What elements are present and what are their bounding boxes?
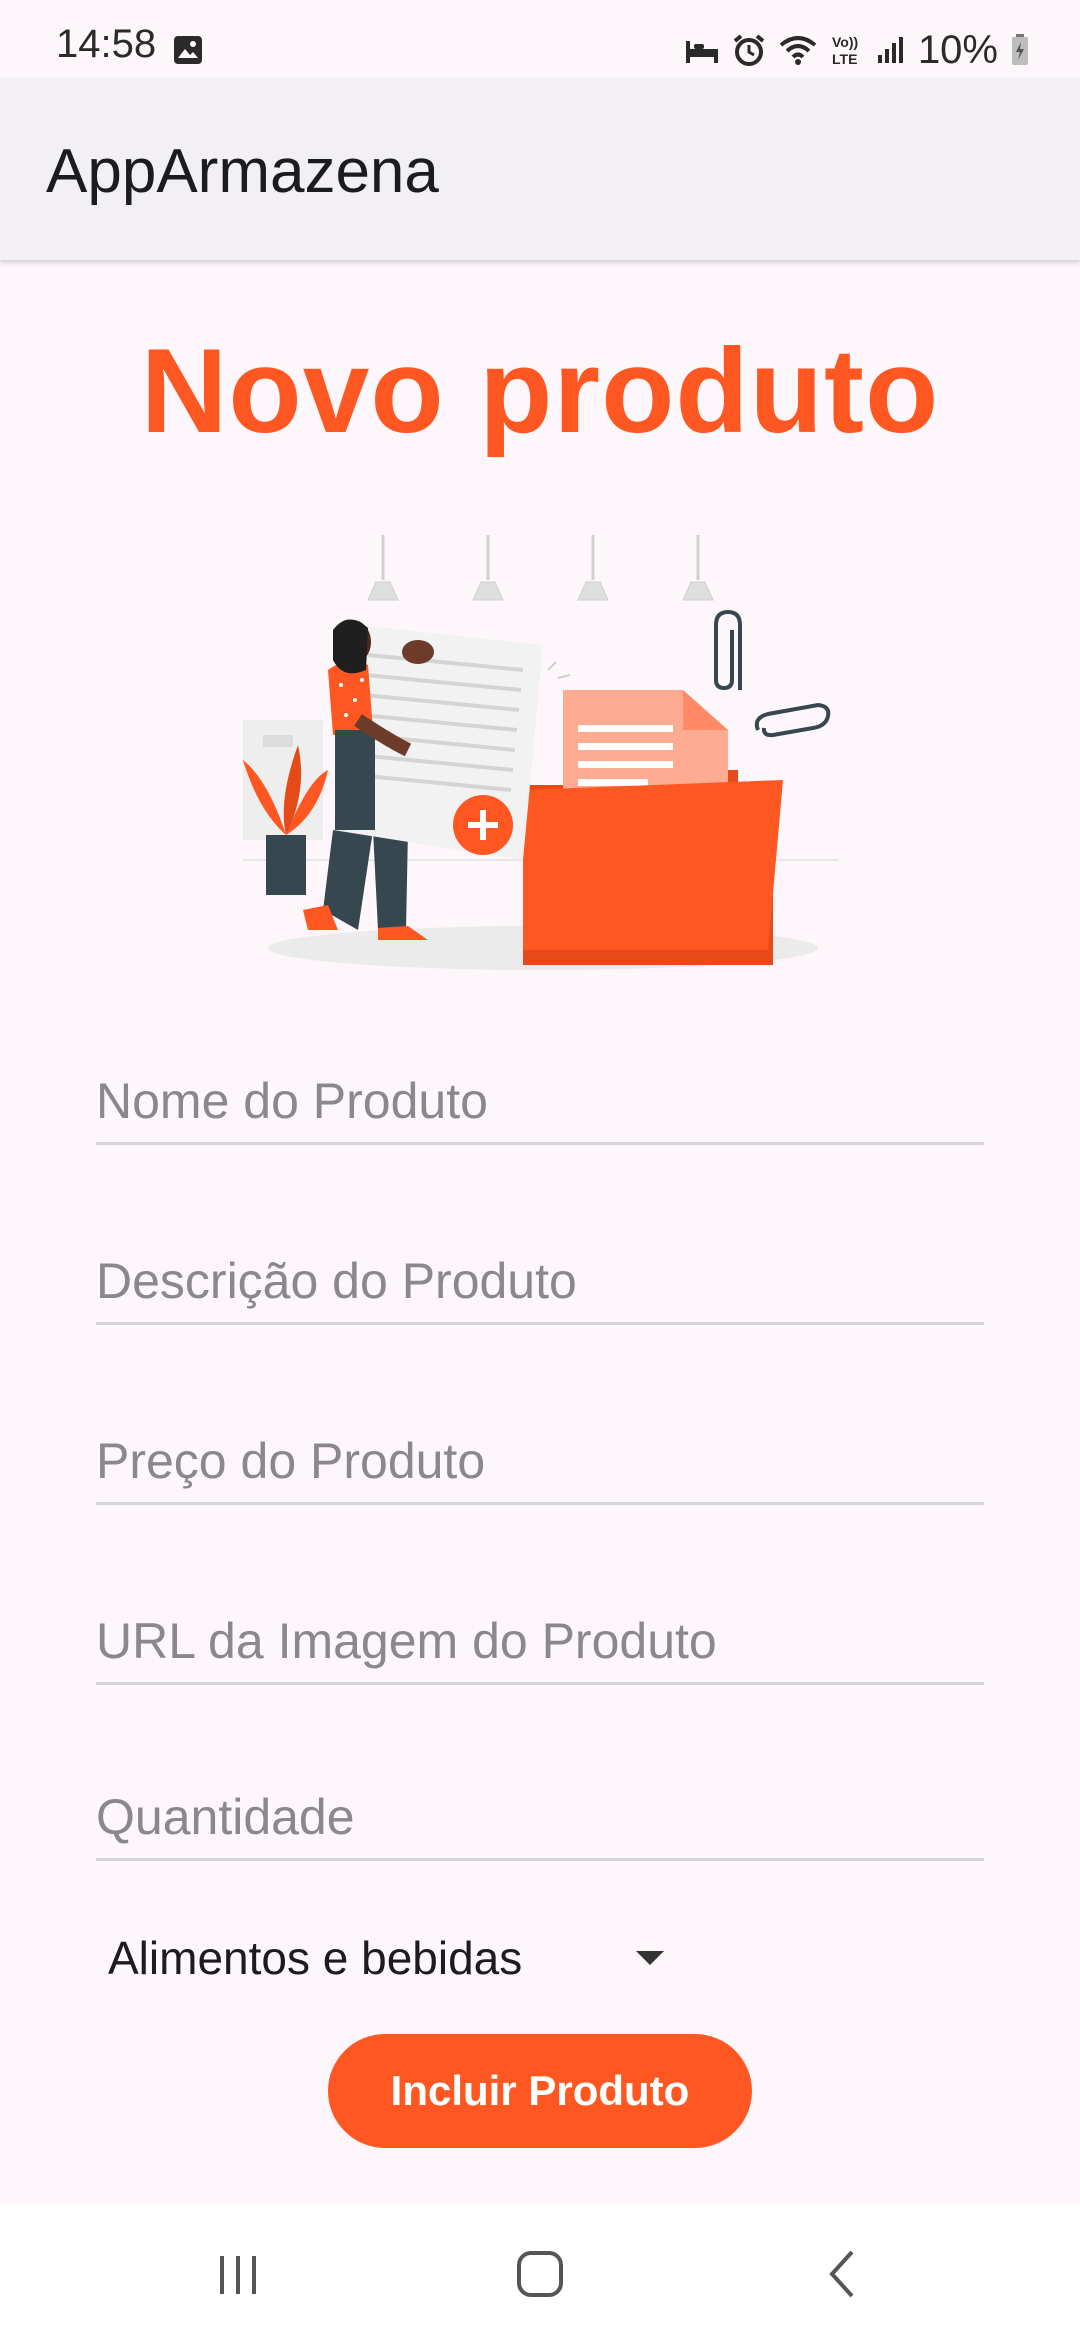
app-title: AppArmazena: [46, 137, 439, 206]
sleep-icon: [685, 41, 718, 63]
product-image-url-input[interactable]: [96, 1612, 984, 1670]
dropdown-arrow-icon: [636, 1951, 664, 1965]
battery-percent: 10%: [917, 27, 998, 72]
product-description-input[interactable]: [96, 1252, 984, 1310]
svg-text:Vo)): Vo)): [832, 34, 858, 50]
back-icon[interactable]: [802, 2244, 882, 2304]
status-icons: Vo)) LTE 10%: [684, 24, 1030, 76]
product-name-input[interactable]: [96, 1072, 984, 1130]
page-title: Novo produto: [140, 324, 940, 458]
product-price-field[interactable]: [96, 1412, 984, 1505]
app-bar: AppArmazena: [0, 78, 1080, 260]
svg-text:LTE: LTE: [832, 51, 857, 67]
quantity-field[interactable]: [96, 1768, 984, 1861]
quantity-input[interactable]: [96, 1788, 984, 1846]
home-icon[interactable]: [500, 2244, 580, 2304]
new-product-illustration: [243, 535, 838, 970]
category-dropdown[interactable]: Alimentos e bebidas: [108, 1920, 678, 1996]
include-product-button[interactable]: Incluir Produto: [328, 2034, 752, 2148]
navigation-bar: [0, 2204, 1080, 2340]
gallery-icon: [174, 36, 202, 64]
status-bar: 14:58 Vo)) LTE 10%: [0, 0, 1080, 78]
product-description-field[interactable]: [96, 1232, 984, 1325]
product-price-input[interactable]: [96, 1432, 984, 1490]
volte-icon: Vo)) LTE: [832, 34, 858, 67]
recent-apps-icon[interactable]: [198, 2244, 278, 2304]
screen: 14:58 Vo)) LTE 10% AppArmazena Novo prod…: [0, 0, 1080, 2340]
status-time: 14:58: [56, 22, 157, 66]
alarm-icon: [733, 34, 765, 66]
wifi-icon: [779, 36, 817, 65]
battery-charging-icon: [1012, 34, 1028, 65]
signal-icon: [877, 37, 903, 63]
product-image-url-field[interactable]: [96, 1592, 984, 1685]
category-selected-value: Alimentos e bebidas: [108, 1932, 523, 1984]
product-name-field[interactable]: [96, 1052, 984, 1145]
